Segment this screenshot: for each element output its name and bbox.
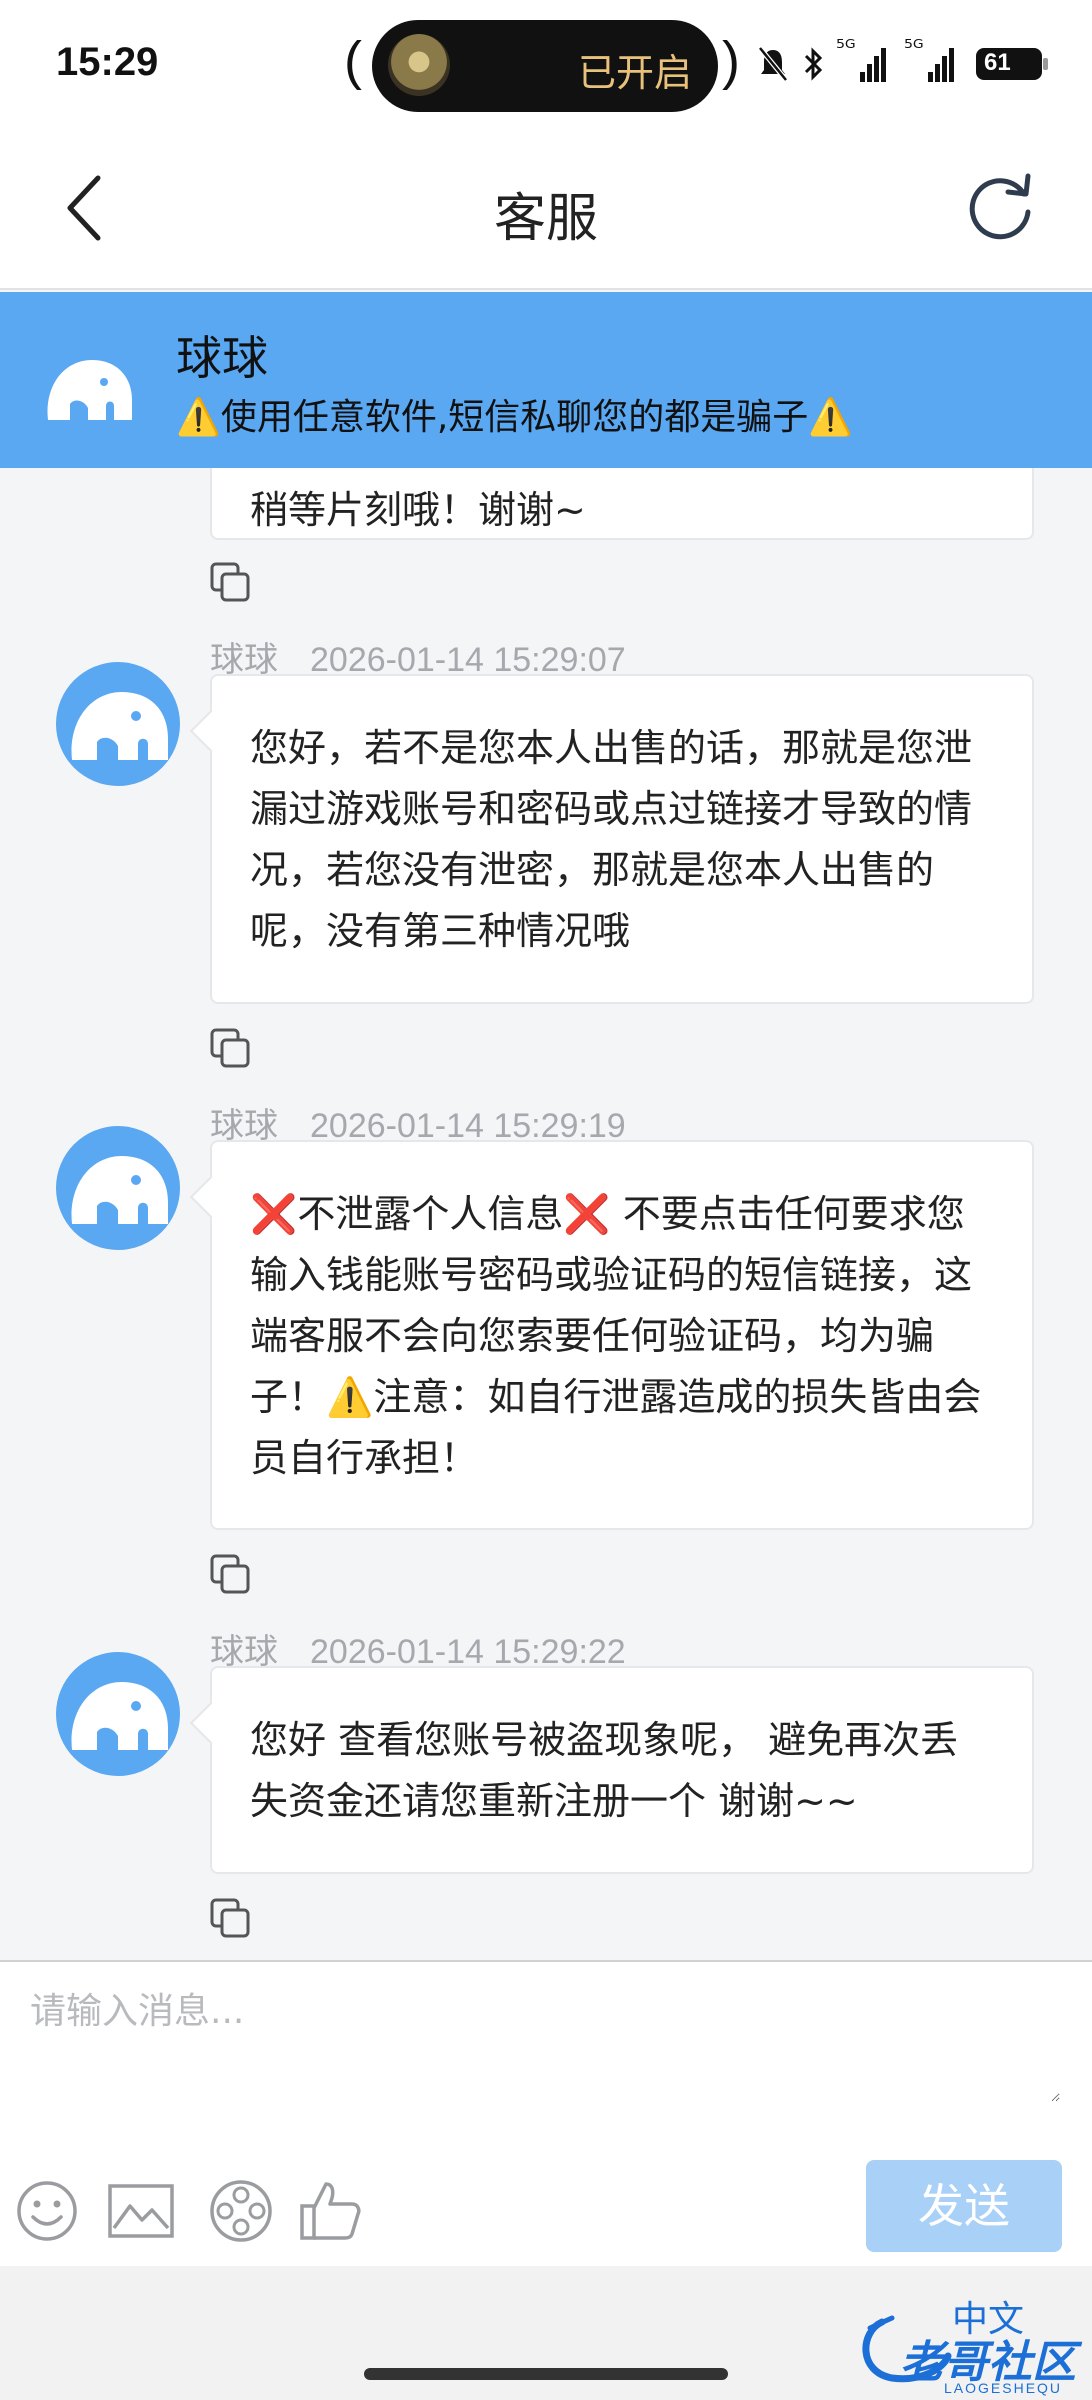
bottom-bar: 中文 老哥社区 LAOGESHEQU [0,2266,1092,2400]
message-bubble: 您好，若不是您本人出售的话，那就是您泄漏过游戏账号和密码或点过链接才导致的情况，… [210,674,1034,1004]
pill-left-bracket: ( [344,31,362,91]
signal-icon-2: ⁵ᴳ [904,36,960,84]
image-icon[interactable] [106,2176,176,2246]
elephant-avatar-icon [56,1652,180,1776]
pill-right-bracket: ) [722,31,740,91]
pill-status-text: 已开启 [577,51,692,95]
status-time: 15:29 [56,40,159,84]
status-icons: ⁵ᴳ ⁵ᴳ 61 [758,36,1048,94]
elephant-avatar-icon [34,334,142,442]
copy-icon[interactable] [208,1896,254,1942]
flashlight-icon [388,34,450,96]
flashlight-pill[interactable]: 已开启 [372,20,718,112]
watermark-sub: LAOGESHEQU [944,2380,1063,2396]
notice-warning-text: ⚠️使用任意软件,短信私聊您的都是骗子⚠️ [176,397,854,438]
battery-icon: 61 [976,48,1048,80]
video-reel-icon[interactable] [206,2176,276,2246]
chat-message-list[interactable]: 稍等片刻哦！谢谢~ 球球 2026-01-14 15:29:07 您好，若不是您本… [0,468,1092,1960]
notice-banner: 球球 ⚠️使用任意软件,短信私聊您的都是骗子⚠️ [0,292,1092,468]
copy-icon[interactable] [208,1552,254,1598]
notice-agent-name: 球球 [176,331,268,385]
home-indicator[interactable] [364,2368,728,2380]
emoji-icon[interactable] [12,2176,82,2246]
message-text: 您好 查看您账号被盗现象呢， 避免再次丢失资金还请您重新注册一个 谢谢~~ [250,1718,959,1823]
message-text-previous: 稍等片刻哦！谢谢~ [250,488,586,532]
signal-icon-1: ⁵ᴳ [836,36,892,84]
message-text: 您好，若不是您本人出售的话，那就是您泄漏过游戏账号和密码或点过链接才导致的情况，… [250,726,973,953]
message-text: ❌不泄露个人信息❌ 不要点击任何要求您输入钱能账号密码或验证码的短信链接，这端客… [250,1192,982,1480]
message-bubble-previous: 稍等片刻哦！谢谢~ [210,468,1034,540]
status-bar: 15:29 ( 已开启 ) ⁵ᴳ ⁵ᴳ 61 [0,0,1092,130]
nav-header: 客服 [0,130,1092,290]
message-bubble: 您好 查看您账号被盗现象呢， 避免再次丢失资金还请您重新注册一个 谢谢~~ [210,1666,1034,1874]
elephant-avatar-icon [56,1126,180,1250]
bluetooth-icon [804,47,823,81]
message-composer: 发送 [0,1960,1092,2266]
elephant-avatar-icon [56,662,180,786]
send-button[interactable]: 发送 [866,2160,1062,2252]
mute-bell-icon [758,46,788,82]
message-input[interactable] [30,1982,1060,2102]
page-title: 客服 [493,189,598,249]
battery-level: 61 [984,49,1011,76]
message-bubble: ❌不泄露个人信息❌ 不要点击任何要求您输入钱能账号密码或验证码的短信链接，这端客… [210,1140,1034,1530]
thumbs-up-icon[interactable] [296,2176,366,2246]
copy-icon[interactable] [208,1026,254,1072]
refresh-icon[interactable] [960,168,1040,248]
copy-icon[interactable] [208,560,254,606]
